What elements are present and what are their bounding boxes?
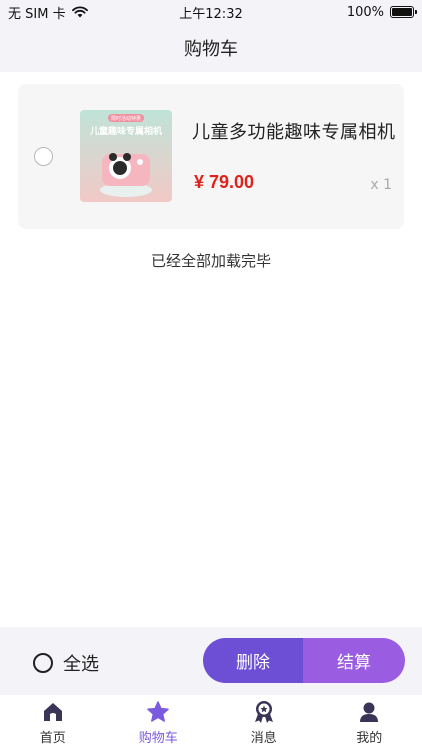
product-name[interactable]: 儿童多功能趣味专属相机: [192, 118, 396, 144]
select-all-checkbox[interactable]: [33, 653, 53, 673]
tab-profile[interactable]: 我的: [317, 695, 422, 750]
person-icon: [357, 700, 381, 724]
cart-content: 限时活动特惠 儿童趣味专属相机 儿童多功能趣味专属相机 ¥ 79.00 x 1 …: [0, 72, 422, 627]
select-all-label: 全选: [63, 654, 99, 675]
tab-bar: 首页 购物车 消息 我的: [0, 695, 422, 750]
clock-text: 上午12:32: [179, 6, 243, 22]
checkout-button[interactable]: 结算: [303, 638, 405, 683]
medal-icon: [252, 700, 276, 724]
product-image[interactable]: 限时活动特惠 儿童趣味专属相机: [80, 110, 172, 202]
delete-button[interactable]: 删除: [203, 638, 303, 683]
tab-cart[interactable]: 购物车: [106, 695, 212, 750]
battery-percent: 100%: [346, 4, 384, 20]
status-bar: 无 SIM 卡 上午12:32 100%: [0, 0, 422, 24]
battery-icon: [390, 6, 417, 18]
tab-label-profile: 我的: [356, 731, 383, 746]
page-title: 购物车: [184, 39, 238, 60]
item-select-checkbox[interactable]: [34, 147, 53, 166]
cart-action-bar: 全选 删除 结算: [0, 627, 422, 695]
image-badge-text: 限时活动特惠: [111, 115, 141, 122]
tab-home[interactable]: 首页: [0, 695, 106, 750]
tab-messages[interactable]: 消息: [211, 695, 317, 750]
cart-item[interactable]: 限时活动特惠 儿童趣味专属相机 儿童多功能趣味专属相机 ¥ 79.00 x 1: [18, 84, 404, 229]
home-icon: [41, 700, 65, 724]
load-complete-text: 已经全部加载完毕: [150, 252, 271, 270]
status-right: 100%: [346, 4, 417, 20]
product-quantity: x 1: [370, 177, 392, 193]
image-banner-text: 儿童趣味专属相机: [89, 125, 162, 137]
carrier-text: 无 SIM 卡: [8, 6, 66, 22]
status-left: 无 SIM 卡: [8, 3, 88, 22]
tab-label-home: 首页: [39, 731, 66, 746]
wifi-icon: [71, 6, 88, 18]
tab-label-messages: 消息: [250, 731, 277, 746]
nav-bar: 购物车: [0, 24, 422, 72]
tab-label-cart: 购物车: [138, 731, 178, 746]
star-icon: [146, 700, 170, 724]
select-all[interactable]: 全选: [33, 650, 99, 676]
product-price: ¥ 79.00: [194, 172, 255, 192]
action-buttons: 删除 结算: [203, 638, 405, 683]
